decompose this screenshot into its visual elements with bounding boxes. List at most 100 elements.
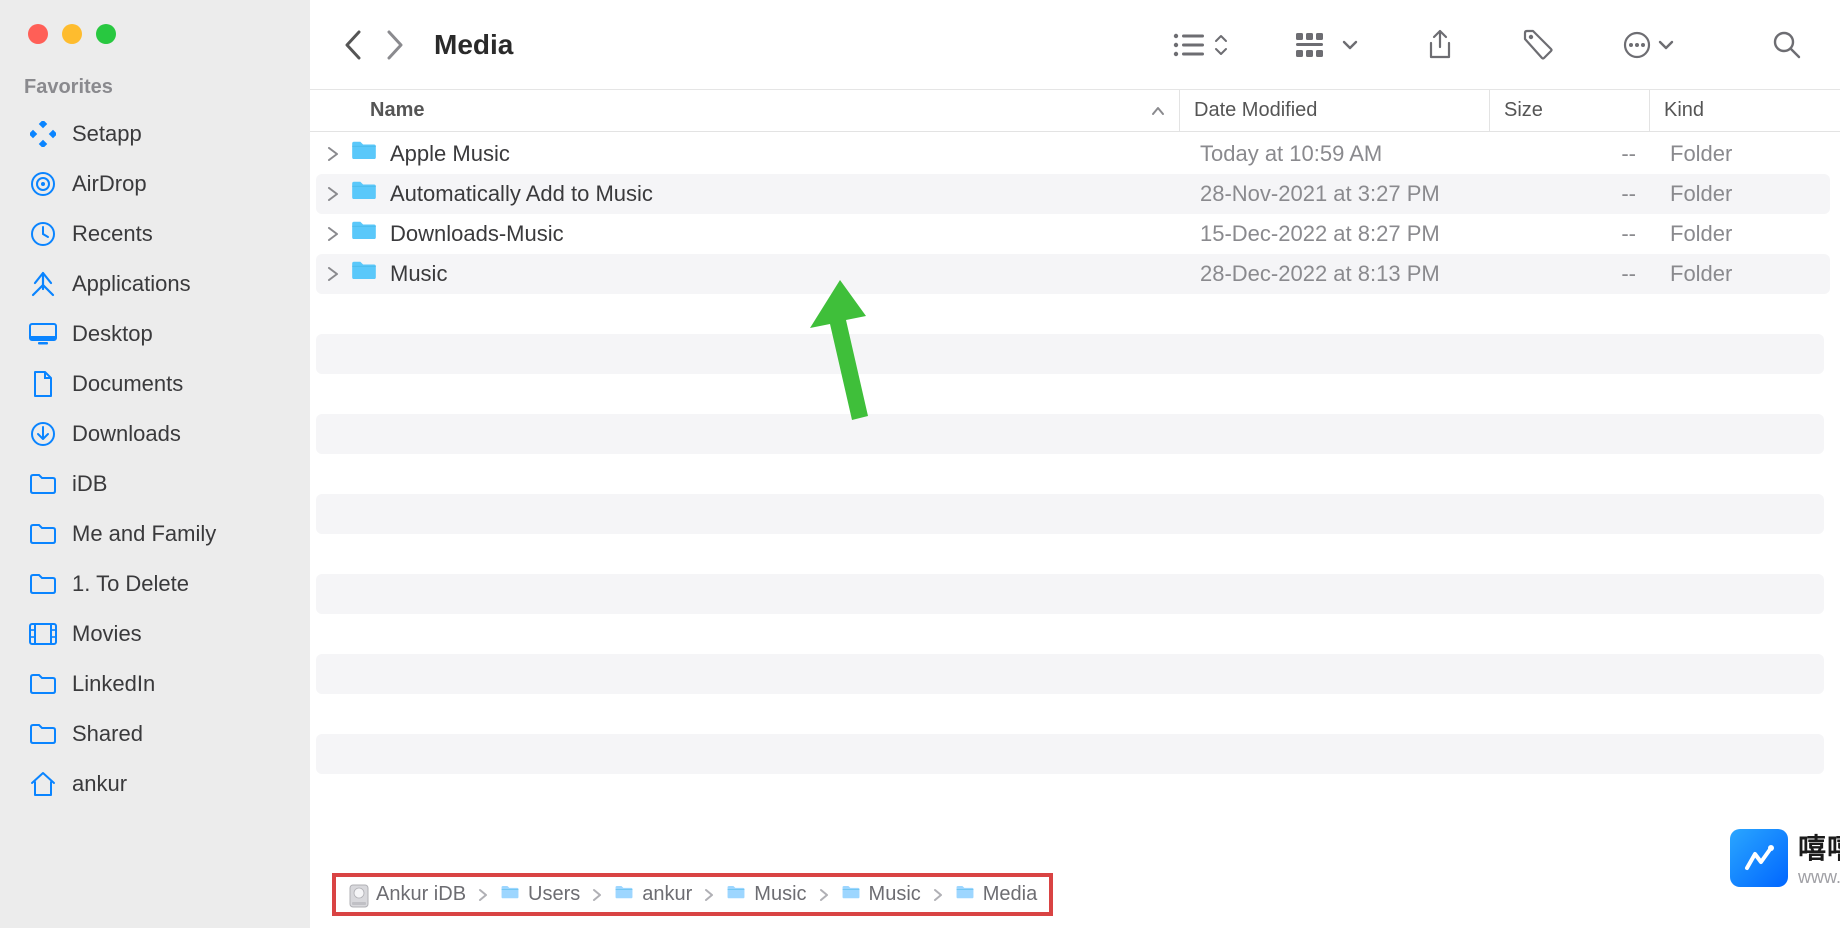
file-date: 28-Nov-2021 at 3:27 PM — [1190, 181, 1496, 207]
sidebar-item-label: Setapp — [72, 121, 142, 147]
sidebar-item-ankur[interactable]: ankur — [0, 759, 310, 809]
desktop-icon — [28, 319, 58, 349]
file-kind: Folder — [1656, 141, 1830, 167]
sidebar-item-label: 1. To Delete — [72, 571, 189, 597]
sidebar-item-setapp[interactable]: Setapp — [0, 109, 310, 159]
column-headers: Name Date Modified Size Kind — [310, 90, 1840, 132]
airdrop-icon — [28, 169, 58, 199]
document-icon — [28, 369, 58, 399]
sidebar-item-label: Me and Family — [72, 521, 216, 547]
toolbar: Media — [310, 0, 1840, 90]
column-size[interactable]: Size — [1490, 90, 1650, 131]
file-name: Automatically Add to Music — [390, 181, 1190, 207]
path-segment[interactable]: Media — [955, 883, 1037, 906]
sidebar-item-shared[interactable]: Shared — [0, 709, 310, 759]
sidebar-section-title: Favorites — [0, 72, 310, 109]
sidebar-item-documents[interactable]: Documents — [0, 359, 310, 409]
finder-window: Favorites Setapp AirDrop Recents Applicatio… — [0, 0, 1840, 928]
file-row[interactable]: Music28-Dec-2022 at 8:13 PM--Folder — [316, 254, 1830, 294]
sidebar-item-1-to-delete[interactable]: 1. To Delete — [0, 559, 310, 609]
chevron-right-icon — [383, 30, 405, 60]
path-segment[interactable]: Music — [726, 883, 806, 906]
close-window-button[interactable] — [28, 24, 48, 44]
movies-icon — [28, 619, 58, 649]
minimize-window-button[interactable] — [62, 24, 82, 44]
watermark-url: www.bijixx.com — [1798, 867, 1840, 888]
sidebar-item-label: Recents — [72, 221, 153, 247]
sidebar-item-linkedin[interactable]: LinkedIn — [0, 659, 310, 709]
view-list-button[interactable] — [1158, 23, 1242, 67]
forward-button[interactable] — [374, 25, 414, 65]
action-button[interactable] — [1608, 23, 1688, 67]
sidebar-item-desktop[interactable]: Desktop — [0, 309, 310, 359]
file-size: -- — [1496, 261, 1656, 287]
path-separator-icon — [700, 888, 718, 902]
window-controls — [0, 14, 310, 72]
sidebar-item-me-and-family[interactable]: Me and Family — [0, 509, 310, 559]
search-icon — [1772, 30, 1802, 60]
group-button[interactable] — [1282, 23, 1372, 67]
folder-icon — [28, 519, 58, 549]
sidebar: Favorites Setapp AirDrop Recents Applicatio… — [0, 0, 310, 928]
empty-row — [316, 494, 1824, 534]
grid-group-icon — [1296, 31, 1336, 59]
sidebar-item-label: AirDrop — [72, 171, 147, 197]
tags-button[interactable] — [1508, 23, 1568, 67]
disclosure-triangle-icon[interactable] — [316, 187, 350, 201]
file-size: -- — [1496, 181, 1656, 207]
share-button[interactable] — [1412, 23, 1468, 67]
file-kind: Folder — [1656, 221, 1830, 247]
sidebar-item-idb[interactable]: iDB — [0, 459, 310, 509]
sidebar-item-airdrop[interactable]: AirDrop — [0, 159, 310, 209]
empty-row — [316, 414, 1824, 454]
column-date[interactable]: Date Modified — [1180, 90, 1490, 131]
column-name[interactable]: Name — [310, 90, 1180, 131]
file-name: Apple Music — [390, 141, 1190, 167]
watermark-icon — [1730, 829, 1788, 887]
sidebar-item-downloads[interactable]: Downloads — [0, 409, 310, 459]
back-button[interactable] — [334, 25, 374, 65]
empty-row — [316, 734, 1824, 774]
folder-icon — [28, 469, 58, 499]
file-row[interactable]: Apple MusicToday at 10:59 AM--Folder — [316, 134, 1830, 174]
file-kind: Folder — [1656, 261, 1830, 287]
folder-icon — [350, 139, 380, 169]
file-row[interactable]: Automatically Add to Music28-Nov-2021 at… — [316, 174, 1830, 214]
window-title: Media — [434, 29, 513, 61]
search-button[interactable] — [1758, 23, 1816, 67]
sidebar-item-label: iDB — [72, 471, 107, 497]
disclosure-triangle-icon[interactable] — [316, 267, 350, 281]
sidebar-item-label: Documents — [72, 371, 183, 397]
path-separator-icon — [815, 888, 833, 902]
empty-row — [310, 374, 1830, 414]
folder-icon — [955, 884, 977, 906]
folder-icon — [841, 884, 863, 906]
path-segment[interactable]: ankur — [614, 883, 692, 906]
sidebar-item-recents[interactable]: Recents — [0, 209, 310, 259]
column-kind[interactable]: Kind — [1650, 90, 1840, 131]
empty-row — [316, 654, 1824, 694]
file-kind: Folder — [1656, 181, 1830, 207]
path-separator-icon — [929, 888, 947, 902]
sidebar-item-movies[interactable]: Movies — [0, 609, 310, 659]
tag-icon — [1522, 29, 1554, 61]
sidebar-item-applications[interactable]: Applications — [0, 259, 310, 309]
file-size: -- — [1496, 221, 1656, 247]
path-segment[interactable]: Ankur iDB — [348, 883, 466, 906]
path-bar: Ankur iDB Users ankur Music Music Media — [332, 873, 1053, 916]
disk-icon — [348, 884, 370, 906]
disclosure-triangle-icon[interactable] — [316, 147, 350, 161]
folder-icon — [350, 219, 380, 249]
path-segment[interactable]: Music — [841, 883, 921, 906]
disclosure-triangle-icon[interactable] — [316, 227, 350, 241]
maximize-window-button[interactable] — [96, 24, 116, 44]
path-separator-icon — [588, 888, 606, 902]
path-separator-icon — [474, 888, 492, 902]
chevron-down-icon — [1658, 39, 1674, 51]
empty-row — [316, 334, 1824, 374]
folder-icon — [614, 884, 636, 906]
watermark: 嘻嘻笔记 www.bijixx.com — [1730, 827, 1840, 888]
empty-row — [310, 454, 1830, 494]
path-segment[interactable]: Users — [500, 883, 580, 906]
file-row[interactable]: Downloads-Music15-Dec-2022 at 8:27 PM--F… — [316, 214, 1830, 254]
